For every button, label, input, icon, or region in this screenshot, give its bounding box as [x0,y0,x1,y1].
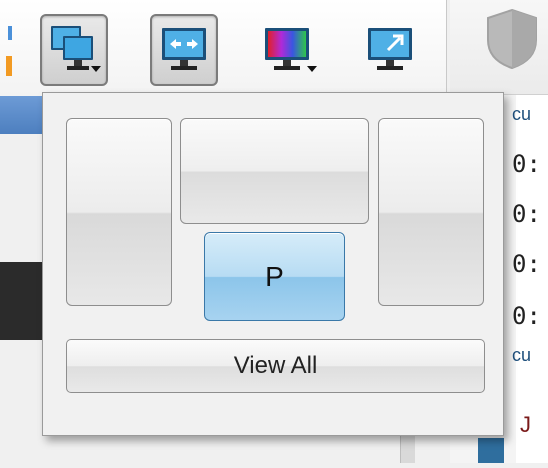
shield-icon [487,8,537,70]
view-all-button[interactable]: View All [66,339,485,393]
color-settings-button[interactable] [255,14,323,86]
right-panel-header [450,0,548,95]
right-row-1: cu [512,104,532,124]
extend-display-icon [162,28,206,70]
right-row-6: cu [512,345,532,365]
right-row-5: 0: [512,302,541,330]
bottom-row-text: J [520,412,531,437]
right-row-2: 0: [512,150,541,178]
color-monitor-icon [265,28,317,72]
display-layout-popup: P View All [42,92,504,436]
toolbar [0,0,447,96]
multi-monitor-button[interactable] [40,14,108,86]
right-row-4: 0: [512,250,541,278]
extend-display-button[interactable] [150,14,218,86]
left-display-tile[interactable] [66,118,172,306]
toolbar-left-accent [0,26,12,78]
primary-display-label: P [265,260,284,292]
accent-blue-mark [8,26,12,40]
bottom-bar [0,432,420,463]
right-display-tile[interactable] [378,118,484,306]
view-all-label: View All [233,352,318,379]
expand-monitor-icon [368,28,412,70]
right-row-3: 0: [512,200,541,228]
left-dark-area [0,262,44,340]
top-display-tile[interactable] [180,118,369,224]
primary-display-tile[interactable]: P [204,232,345,321]
multi-monitor-icon [51,26,101,72]
left-selected-row [0,96,44,134]
fullscreen-button[interactable] [356,14,424,86]
accent-orange-mark [6,56,12,76]
scrollbar[interactable] [400,432,415,463]
